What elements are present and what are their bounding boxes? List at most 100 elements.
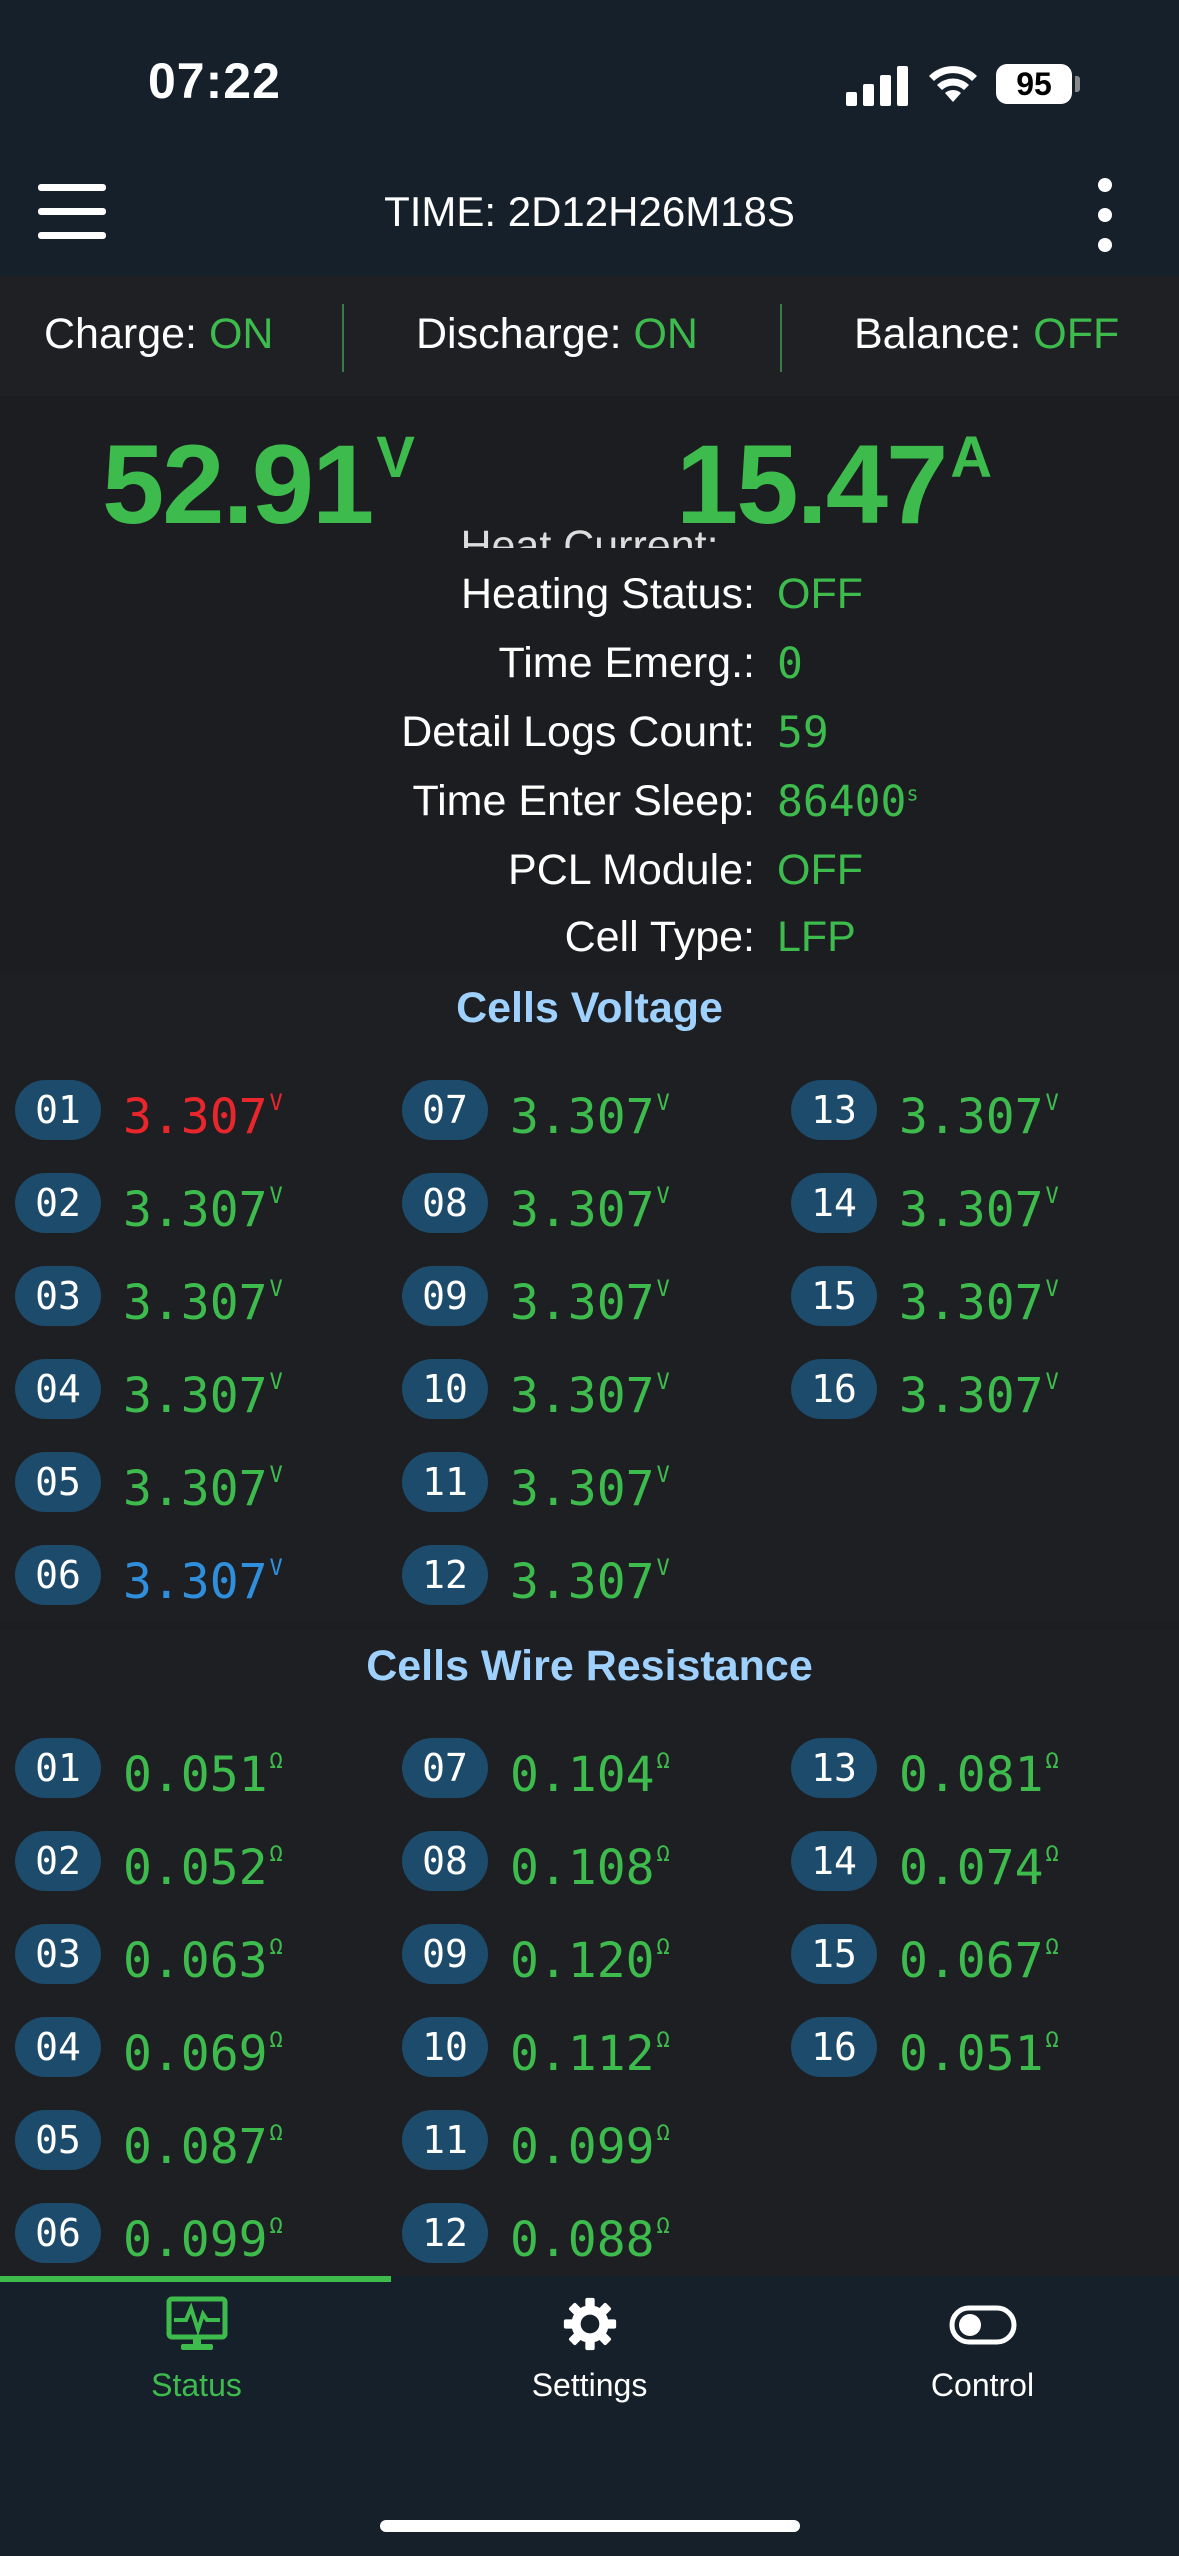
cell-value-text: 0.099: [123, 2212, 268, 2268]
cell-resistance-value: 0.052Ω: [123, 1831, 283, 1898]
info-value-text: 59: [777, 708, 829, 758]
info-label: Detail Logs Count:: [401, 708, 755, 756]
discharge-label: Discharge:: [416, 310, 634, 358]
divider: [342, 304, 344, 372]
cell-value-text: 0.052: [123, 1840, 268, 1896]
cell-value-unit: Ω: [269, 2121, 283, 2146]
cell-value-unit: V: [269, 1370, 283, 1395]
cell-voltage-value: 3.307V: [510, 1545, 670, 1612]
cell-value-unit: V: [269, 1277, 283, 1302]
cell-resistance-value: 0.087Ω: [123, 2110, 283, 2177]
cell-value-text: 0.112: [510, 2026, 655, 2082]
cell-value-text: 3.307: [510, 1182, 655, 1238]
more-options-icon[interactable]: [1090, 178, 1120, 254]
cell-resistance-value: 0.112Ω: [510, 2017, 670, 2084]
cell-resistance-value: 0.069Ω: [123, 2017, 283, 2084]
cell-resistance-value: 0.108Ω: [510, 1831, 670, 1898]
cell-value-unit: Ω: [656, 1935, 670, 1960]
cell-value-text: 0.051: [899, 2026, 1044, 2082]
cells-resistance-section: Cells Wire Resistance 01 0.051Ω 02 0.052Ω 03…: [0, 1630, 1179, 2276]
info-value: 0: [777, 639, 803, 689]
cell-index-badge: 09: [402, 1266, 488, 1326]
cell-index-badge: 04: [15, 1359, 101, 1419]
cell-value-text: 3.307: [899, 1275, 1044, 1331]
tab-control-label: Control: [930, 2367, 1035, 2403]
tab-status-label: Status: [151, 2367, 242, 2403]
cell-voltage-value: 3.307V: [510, 1359, 670, 1426]
cell-voltage-value: 3.307V: [123, 1545, 283, 1612]
cell-index-badge: 11: [402, 2110, 488, 2170]
cell-voltage-value: 3.307V: [123, 1080, 283, 1147]
cell-value-text: 0.081: [899, 1747, 1044, 1803]
cell-value-text: 3.307: [123, 1089, 268, 1145]
cell-value-text: 0.087: [123, 2119, 268, 2175]
cell-value-text: 3.307: [123, 1554, 268, 1610]
cell-voltage-value: 3.307V: [510, 1173, 670, 1240]
cell-value-text: 0.067: [899, 1933, 1044, 1989]
info-value: 59: [777, 708, 829, 758]
cell-resistance-value: 0.051Ω: [899, 2017, 1059, 2084]
cell-index-badge: 08: [402, 1831, 488, 1891]
cell-index-badge: 08: [402, 1173, 488, 1233]
cell-value-text: 3.307: [510, 1461, 655, 1517]
cell-value-text: 3.307: [123, 1275, 268, 1331]
cell-voltage-value: 3.307V: [123, 1359, 283, 1426]
cell-index-badge: 05: [15, 2110, 101, 2170]
cell-value-text: 0.074: [899, 1840, 1044, 1896]
cell-value-unit: Ω: [1045, 1749, 1059, 1774]
tab-control[interactable]: Control: [786, 2296, 1179, 2404]
cell-index-badge: 14: [791, 1173, 877, 1233]
cell-resistance-value: 0.074Ω: [899, 1831, 1059, 1898]
cell-value-unit: V: [269, 1091, 283, 1116]
balance-value: OFF: [1033, 310, 1120, 358]
cell-value-unit: V: [269, 1463, 283, 1488]
switch-status-row: Charge: ON Discharge: ON Balance: OFF: [0, 276, 1179, 396]
cell-index-badge: 16: [791, 1359, 877, 1419]
cell-value-unit: V: [269, 1184, 283, 1209]
divider: [780, 304, 782, 372]
cell-voltage-value: 3.307V: [899, 1359, 1059, 1426]
cell-voltage-value: 3.307V: [510, 1452, 670, 1519]
cell-resistance-value: 0.063Ω: [123, 1924, 283, 1991]
info-label: Time Enter Sleep:: [412, 777, 755, 825]
info-label: Heating Status:: [460, 570, 755, 618]
balance-status: Balance: OFF: [854, 310, 1119, 359]
info-value-text: OFF: [777, 846, 863, 894]
cell-value-unit: Ω: [269, 2214, 283, 2239]
cell-value-text: 0.099: [510, 2119, 655, 2175]
cell-index-badge: 06: [15, 2203, 101, 2263]
cell-index-badge: 12: [402, 2203, 488, 2263]
clipped-row-label: Heat Current:: [460, 522, 719, 548]
cell-index-badge: 09: [402, 1924, 488, 1984]
cell-value-unit: Ω: [269, 1749, 283, 1774]
cell-resistance-value: 0.099Ω: [510, 2110, 670, 2177]
cell-resistance-value: 0.081Ω: [899, 1738, 1059, 1805]
cell-value-text: 0.051: [123, 1747, 268, 1803]
balance-label: Balance:: [854, 310, 1034, 358]
info-label: PCL Module:: [508, 846, 755, 894]
cell-voltage-value: 3.307V: [899, 1080, 1059, 1147]
info-value: OFF: [777, 846, 863, 895]
cell-index-badge: 14: [791, 1831, 877, 1891]
tab-status[interactable]: Status: [0, 2296, 393, 2404]
cell-index-badge: 11: [402, 1452, 488, 1512]
cell-index-badge: 01: [15, 1080, 101, 1140]
cell-value-unit: Ω: [656, 1749, 670, 1774]
cell-value-unit: V: [1045, 1370, 1059, 1395]
discharge-value: ON: [633, 310, 698, 358]
tab-bar: Status Settings Control: [0, 2276, 1179, 2556]
cell-value-unit: V: [1045, 1277, 1059, 1302]
cell-index-badge: 04: [15, 2017, 101, 2077]
cell-value-unit: V: [1045, 1091, 1059, 1116]
cell-value-unit: V: [1045, 1184, 1059, 1209]
cell-index-badge: 16: [791, 2017, 877, 2077]
cell-value-text: 3.307: [899, 1368, 1044, 1424]
cell-voltage-value: 3.307V: [123, 1266, 283, 1333]
wifi-icon: [929, 66, 977, 102]
charge-status: Charge: ON: [44, 310, 273, 359]
cell-index-badge: 10: [402, 2017, 488, 2077]
discharge-status: Discharge: ON: [416, 310, 698, 359]
tab-settings[interactable]: Settings: [393, 2296, 786, 2404]
home-indicator: [380, 2520, 800, 2532]
cell-index-badge: 07: [402, 1080, 488, 1140]
